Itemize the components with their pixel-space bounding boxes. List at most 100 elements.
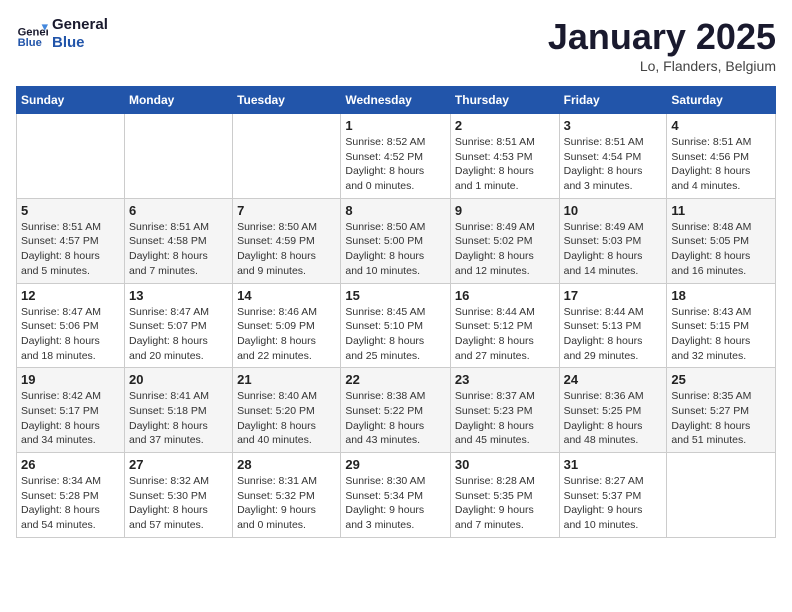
day-number: 11 <box>671 203 771 218</box>
calendar-cell: 23Sunrise: 8:37 AM Sunset: 5:23 PM Dayli… <box>450 368 559 453</box>
calendar-cell: 28 Sunrise: 8:31 AM Sunset: 5:32 PM Dayli… <box>233 453 341 538</box>
col-header-tuesday: Tuesday <box>233 87 341 114</box>
calendar-cell: 17Sunrise: 8:44 AM Sunset: 5:13 PM Dayli… <box>559 283 667 368</box>
logo-general: General <box>52 16 108 34</box>
day-number: 28 <box>237 457 336 472</box>
day-number: 22 <box>345 372 446 387</box>
day-info: Sunrise: 8:37 AM Sunset: 5:23 PM Dayligh… <box>455 389 555 448</box>
svg-text:Blue: Blue <box>18 37 42 49</box>
day-number: 20 <box>129 372 228 387</box>
day-info: Sunrise: 8:43 AM Sunset: 5:15 PM Dayligh… <box>671 305 771 364</box>
day-info: Sunrise: 8:34 AM Sunset: 5:28 PM Dayligh… <box>21 474 120 533</box>
calendar-cell: 25 Sunrise: 8:35 AM Sunset: 5:27 PM Dayli… <box>667 368 776 453</box>
calendar-cell: 16 Sunrise: 8:44 AM Sunset: 5:12 PM Dayli… <box>450 283 559 368</box>
day-info: Sunrise: 8:50 AM Sunset: 4:59 PM Dayligh… <box>237 220 336 279</box>
day-number: 4 <box>671 118 771 133</box>
calendar-title: January 2025 <box>548 16 776 58</box>
day-number: 8 <box>345 203 446 218</box>
calendar-cell: 3 Sunrise: 8:51 AM Sunset: 4:54 PM Daylig… <box>559 114 667 199</box>
day-number: 18 <box>671 288 771 303</box>
day-info: Sunrise: 8:27 AM Sunset: 5:37 PM Dayligh… <box>564 474 663 533</box>
calendar-cell: 30 Sunrise: 8:28 AM Sunset: 5:35 PM Dayli… <box>450 453 559 538</box>
day-number: 13 <box>129 288 228 303</box>
day-number: 29 <box>345 457 446 472</box>
day-number: 7 <box>237 203 336 218</box>
calendar-cell: 13 Sunrise: 8:47 AM Sunset: 5:07 PM Dayli… <box>124 283 232 368</box>
day-info: Sunrise: 8:52 AM Sunset: 4:52 PM Dayligh… <box>345 135 446 194</box>
day-info: Sunrise: 8:36 AM Sunset: 5:25 PM Dayligh… <box>564 389 663 448</box>
day-number: 16 <box>455 288 555 303</box>
day-info: Sunrise: 8:40 AM Sunset: 5:20 PM Dayligh… <box>237 389 336 448</box>
day-info: Sunrise: 8:49 AM Sunset: 5:03 PM Dayligh… <box>564 220 663 279</box>
calendar-cell: 6Sunrise: 8:51 AM Sunset: 4:58 PM Daylig… <box>124 198 232 283</box>
day-number: 3 <box>564 118 663 133</box>
day-info: Sunrise: 8:31 AM Sunset: 5:32 PM Dayligh… <box>237 474 336 533</box>
calendar-cell: 1 Sunrise: 8:52 AM Sunset: 4:52 PM Daylig… <box>341 114 451 199</box>
day-info: Sunrise: 8:47 AM Sunset: 5:07 PM Dayligh… <box>129 305 228 364</box>
calendar-cell <box>17 114 125 199</box>
day-number: 21 <box>237 372 336 387</box>
calendar-cell: 14 Sunrise: 8:46 AM Sunset: 5:09 PM Dayli… <box>233 283 341 368</box>
day-number: 27 <box>129 457 228 472</box>
day-info: Sunrise: 8:49 AM Sunset: 5:02 PM Dayligh… <box>455 220 555 279</box>
title-block: January 2025 Lo, Flanders, Belgium <box>548 16 776 74</box>
day-info: Sunrise: 8:44 AM Sunset: 5:12 PM Dayligh… <box>455 305 555 364</box>
calendar-cell: 2 Sunrise: 8:51 AM Sunset: 4:53 PM Daylig… <box>450 114 559 199</box>
day-info: Sunrise: 8:28 AM Sunset: 5:35 PM Dayligh… <box>455 474 555 533</box>
logo: General Blue General Blue <box>16 16 108 52</box>
day-number: 2 <box>455 118 555 133</box>
calendar-cell: 26 Sunrise: 8:34 AM Sunset: 5:28 PM Dayli… <box>17 453 125 538</box>
calendar-cell: 4 Sunrise: 8:51 AM Sunset: 4:56 PM Daylig… <box>667 114 776 199</box>
col-header-thursday: Thursday <box>450 87 559 114</box>
day-number: 19 <box>21 372 120 387</box>
day-info: Sunrise: 8:42 AM Sunset: 5:17 PM Dayligh… <box>21 389 120 448</box>
col-header-wednesday: Wednesday <box>341 87 451 114</box>
calendar-cell: 24Sunrise: 8:36 AM Sunset: 5:25 PM Dayli… <box>559 368 667 453</box>
day-info: Sunrise: 8:51 AM Sunset: 4:54 PM Dayligh… <box>564 135 663 194</box>
calendar-header: SundayMondayTuesdayWednesdayThursdayFrid… <box>17 87 776 114</box>
day-info: Sunrise: 8:45 AM Sunset: 5:10 PM Dayligh… <box>345 305 446 364</box>
day-info: Sunrise: 8:46 AM Sunset: 5:09 PM Dayligh… <box>237 305 336 364</box>
day-info: Sunrise: 8:48 AM Sunset: 5:05 PM Dayligh… <box>671 220 771 279</box>
day-number: 14 <box>237 288 336 303</box>
col-header-sunday: Sunday <box>17 87 125 114</box>
calendar-table: SundayMondayTuesdayWednesdayThursdayFrid… <box>16 86 776 538</box>
day-number: 10 <box>564 203 663 218</box>
day-number: 1 <box>345 118 446 133</box>
day-info: Sunrise: 8:38 AM Sunset: 5:22 PM Dayligh… <box>345 389 446 448</box>
week-row-4: 19 Sunrise: 8:42 AM Sunset: 5:17 PM Dayli… <box>17 368 776 453</box>
calendar-cell <box>667 453 776 538</box>
day-info: Sunrise: 8:35 AM Sunset: 5:27 PM Dayligh… <box>671 389 771 448</box>
day-info: Sunrise: 8:41 AM Sunset: 5:18 PM Dayligh… <box>129 389 228 448</box>
day-info: Sunrise: 8:30 AM Sunset: 5:34 PM Dayligh… <box>345 474 446 533</box>
calendar-cell: 19 Sunrise: 8:42 AM Sunset: 5:17 PM Dayli… <box>17 368 125 453</box>
calendar-cell: 27Sunrise: 8:32 AM Sunset: 5:30 PM Dayli… <box>124 453 232 538</box>
calendar-cell: 7 Sunrise: 8:50 AM Sunset: 4:59 PM Daylig… <box>233 198 341 283</box>
day-number: 25 <box>671 372 771 387</box>
logo-blue: Blue <box>52 34 108 52</box>
day-info: Sunrise: 8:51 AM Sunset: 4:57 PM Dayligh… <box>21 220 120 279</box>
day-number: 31 <box>564 457 663 472</box>
col-header-friday: Friday <box>559 87 667 114</box>
week-row-5: 26 Sunrise: 8:34 AM Sunset: 5:28 PM Dayli… <box>17 453 776 538</box>
day-info: Sunrise: 8:47 AM Sunset: 5:06 PM Dayligh… <box>21 305 120 364</box>
day-number: 26 <box>21 457 120 472</box>
day-number: 15 <box>345 288 446 303</box>
calendar-cell: 22 Sunrise: 8:38 AM Sunset: 5:22 PM Dayli… <box>341 368 451 453</box>
calendar-cell: 20 Sunrise: 8:41 AM Sunset: 5:18 PM Dayli… <box>124 368 232 453</box>
day-info: Sunrise: 8:44 AM Sunset: 5:13 PM Dayligh… <box>564 305 663 364</box>
day-number: 9 <box>455 203 555 218</box>
calendar-cell: 5Sunrise: 8:51 AM Sunset: 4:57 PM Daylig… <box>17 198 125 283</box>
week-row-3: 12Sunrise: 8:47 AM Sunset: 5:06 PM Dayli… <box>17 283 776 368</box>
day-info: Sunrise: 8:51 AM Sunset: 4:56 PM Dayligh… <box>671 135 771 194</box>
logo-icon: General Blue <box>16 18 48 50</box>
week-row-2: 5Sunrise: 8:51 AM Sunset: 4:57 PM Daylig… <box>17 198 776 283</box>
day-number: 30 <box>455 457 555 472</box>
calendar-subtitle: Lo, Flanders, Belgium <box>548 58 776 74</box>
calendar-cell: 12Sunrise: 8:47 AM Sunset: 5:06 PM Dayli… <box>17 283 125 368</box>
calendar-cell: 8Sunrise: 8:50 AM Sunset: 5:00 PM Daylig… <box>341 198 451 283</box>
calendar-cell: 18 Sunrise: 8:43 AM Sunset: 5:15 PM Dayli… <box>667 283 776 368</box>
calendar-cell: 15 Sunrise: 8:45 AM Sunset: 5:10 PM Dayli… <box>341 283 451 368</box>
calendar-cell: 11 Sunrise: 8:48 AM Sunset: 5:05 PM Dayli… <box>667 198 776 283</box>
day-info: Sunrise: 8:51 AM Sunset: 4:53 PM Dayligh… <box>455 135 555 194</box>
